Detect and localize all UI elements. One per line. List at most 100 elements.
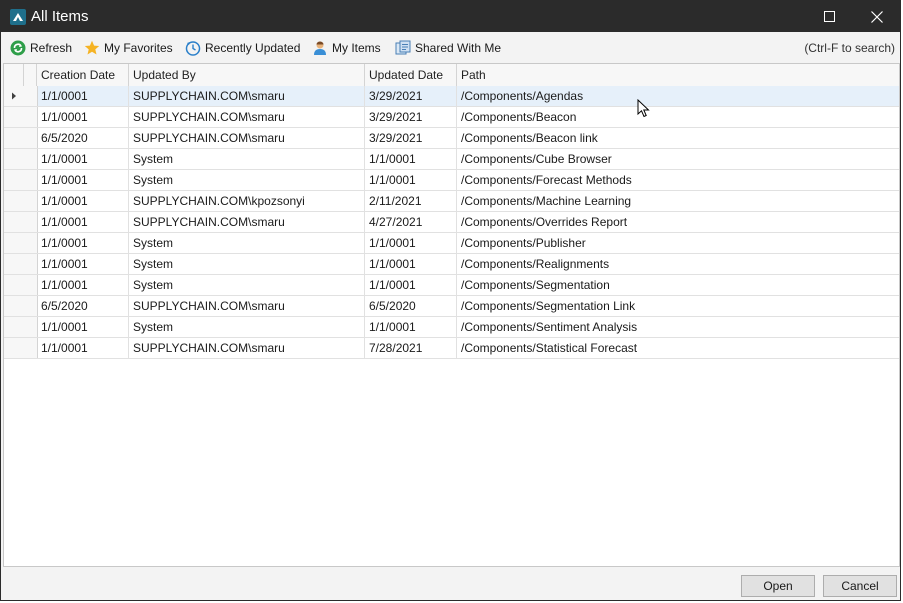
cell-updated-by[interactable]: SUPPLYCHAIN.COM\smaru [129, 212, 365, 232]
cell-path[interactable]: /Components/Agendas [457, 86, 899, 106]
cell-path[interactable]: /Components/Cube Browser [457, 149, 899, 169]
cell-updated-by[interactable]: System [129, 149, 365, 169]
my-favorites-button[interactable]: My Favorites [84, 39, 173, 57]
table-row[interactable]: 6/5/2020 SUPPLYCHAIN.COM\smaru 3/29/2021/C… [4, 128, 899, 149]
header-corner [4, 64, 24, 86]
cell-path[interactable]: /Components/Realignments [457, 254, 899, 274]
cell-creation-date[interactable]: 1/1/0001 [37, 338, 129, 358]
cell-updated-date[interactable]: 4/27/2021 [365, 212, 457, 232]
shared-with-me-label: Shared With Me [415, 41, 502, 55]
cell-path[interactable]: /Components/Beacon link [457, 128, 899, 148]
cell-creation-date[interactable]: 1/1/0001 [37, 149, 129, 169]
column-header-path[interactable]: Path [457, 64, 899, 86]
row-header[interactable] [4, 296, 25, 316]
cell-path[interactable]: /Components/Publisher [457, 233, 899, 253]
cell-path[interactable]: /Components/Statistical Forecast [457, 338, 899, 358]
table-row[interactable]: 1/1/0001 System 1/1/0001/Components/Publis… [4, 233, 899, 254]
cell-updated-date[interactable]: 1/1/0001 [365, 233, 457, 253]
row-header[interactable] [4, 107, 25, 127]
row-indicator-cell [24, 212, 38, 232]
table-row[interactable]: 1/1/0001 System 1/1/0001/Components/Cube B… [4, 149, 899, 170]
row-header[interactable] [4, 275, 25, 295]
column-header-creation-date[interactable]: Creation Date [37, 64, 129, 86]
row-header[interactable] [4, 233, 25, 253]
cell-creation-date[interactable]: 1/1/0001 [37, 191, 129, 211]
row-header[interactable] [4, 191, 25, 211]
cell-creation-date[interactable]: 1/1/0001 [37, 107, 129, 127]
open-button[interactable]: Open [741, 575, 815, 597]
cell-updated-by[interactable]: SUPPLYCHAIN.COM\smaru [129, 338, 365, 358]
row-header[interactable] [4, 86, 25, 106]
cell-path[interactable]: /Components/Segmentation [457, 275, 899, 295]
cell-updated-date[interactable]: 2/11/2021 [365, 191, 457, 211]
cell-creation-date[interactable]: 1/1/0001 [37, 254, 129, 274]
cancel-button[interactable]: Cancel [823, 575, 897, 597]
cell-updated-by[interactable]: SUPPLYCHAIN.COM\smaru [129, 296, 365, 316]
row-header[interactable] [4, 254, 25, 274]
row-header[interactable] [4, 317, 25, 337]
cell-creation-date[interactable]: 6/5/2020 [37, 128, 129, 148]
cell-updated-by[interactable]: SUPPLYCHAIN.COM\smaru [129, 128, 365, 148]
cell-path[interactable]: /Components/Forecast Methods [457, 170, 899, 190]
cell-path[interactable]: /Components/Segmentation Link [457, 296, 899, 316]
column-header-updated-date[interactable]: Updated Date [365, 64, 457, 86]
row-header[interactable] [4, 170, 25, 190]
cell-updated-date[interactable]: 1/1/0001 [365, 149, 457, 169]
cell-creation-date[interactable]: 1/1/0001 [37, 170, 129, 190]
table-row[interactable]: 1/1/0001 System 1/1/0001/Components/Sentim… [4, 317, 899, 338]
cell-updated-date[interactable]: 1/1/0001 [365, 254, 457, 274]
refresh-button[interactable]: Refresh [10, 39, 72, 57]
column-header-updated-by[interactable]: Updated By [129, 64, 365, 86]
table-row[interactable]: 1/1/0001 SUPPLYCHAIN.COM\smaru 4/27/2021/C… [4, 212, 899, 233]
cell-updated-date[interactable]: 3/29/2021 [365, 86, 457, 106]
cell-updated-by[interactable]: SUPPLYCHAIN.COM\smaru [129, 107, 365, 127]
row-header[interactable] [4, 149, 25, 169]
table-row[interactable]: 1/1/0001 SUPPLYCHAIN.COM\smaru 3/29/2021/C… [4, 107, 899, 128]
cell-path[interactable]: /Components/Machine Learning [457, 191, 899, 211]
table-row[interactable]: 1/1/0001 SUPPLYCHAIN.COM\kpozsonyi 2/11/20… [4, 191, 899, 212]
my-items-button[interactable]: My Items [312, 39, 381, 57]
row-indicator-cell [24, 191, 38, 211]
table-row[interactable]: 1/1/0001 System 1/1/0001/Components/Segmen… [4, 275, 899, 296]
cell-creation-date[interactable]: 1/1/0001 [37, 233, 129, 253]
close-button[interactable] [854, 1, 900, 32]
cell-creation-date[interactable]: 1/1/0001 [37, 275, 129, 295]
table-row[interactable]: 6/5/2020 SUPPLYCHAIN.COM\smaru 6/5/2020/Co… [4, 296, 899, 317]
cell-updated-date[interactable]: 1/1/0001 [365, 275, 457, 295]
cell-updated-by[interactable]: System [129, 254, 365, 274]
cell-path[interactable]: /Components/Beacon [457, 107, 899, 127]
row-header[interactable] [4, 128, 25, 148]
clock-icon [185, 41, 201, 56]
row-header[interactable] [4, 212, 25, 232]
row-header[interactable] [4, 338, 25, 358]
cell-updated-by[interactable]: System [129, 317, 365, 337]
shared-with-me-button[interactable]: Shared With Me [395, 39, 501, 57]
table-row[interactable]: 1/1/0001 System 1/1/0001/Components/Realig… [4, 254, 899, 275]
table-row[interactable]: 1/1/0001 System 1/1/0001/Components/Foreca… [4, 170, 899, 191]
cell-path[interactable]: /Components/Sentiment Analysis [457, 317, 899, 337]
recently-updated-button[interactable]: Recently Updated [185, 39, 300, 57]
cell-path[interactable]: /Components/Overrides Report [457, 212, 899, 232]
row-indicator-cell [24, 233, 38, 253]
cell-updated-by[interactable]: System [129, 170, 365, 190]
table-row[interactable]: 1/1/0001 SUPPLYCHAIN.COM\smaru 7/28/2021/C… [4, 338, 899, 359]
cell-updated-date[interactable]: 7/28/2021 [365, 338, 457, 358]
cell-updated-date[interactable]: 1/1/0001 [365, 317, 457, 337]
cell-updated-date[interactable]: 1/1/0001 [365, 170, 457, 190]
cell-updated-by[interactable]: SUPPLYCHAIN.COM\smaru [129, 86, 365, 106]
cell-updated-by[interactable]: SUPPLYCHAIN.COM\kpozsonyi [129, 191, 365, 211]
cell-creation-date[interactable]: 1/1/0001 [37, 212, 129, 232]
cell-updated-date[interactable]: 3/29/2021 [365, 128, 457, 148]
cell-updated-by[interactable]: System [129, 275, 365, 295]
table-row[interactable]: 1/1/0001 SUPPLYCHAIN.COM\smaru 3/29/2021/C… [4, 86, 899, 107]
title-bar[interactable]: All Items [1, 1, 900, 32]
cell-creation-date[interactable]: 1/1/0001 [37, 317, 129, 337]
user-icon [314, 41, 326, 55]
maximize-button[interactable] [807, 1, 853, 32]
row-indicator-cell [24, 149, 38, 169]
cell-creation-date[interactable]: 1/1/0001 [37, 86, 129, 106]
cell-updated-date[interactable]: 6/5/2020 [365, 296, 457, 316]
cell-updated-date[interactable]: 3/29/2021 [365, 107, 457, 127]
cell-updated-by[interactable]: System [129, 233, 365, 253]
cell-creation-date[interactable]: 6/5/2020 [37, 296, 129, 316]
